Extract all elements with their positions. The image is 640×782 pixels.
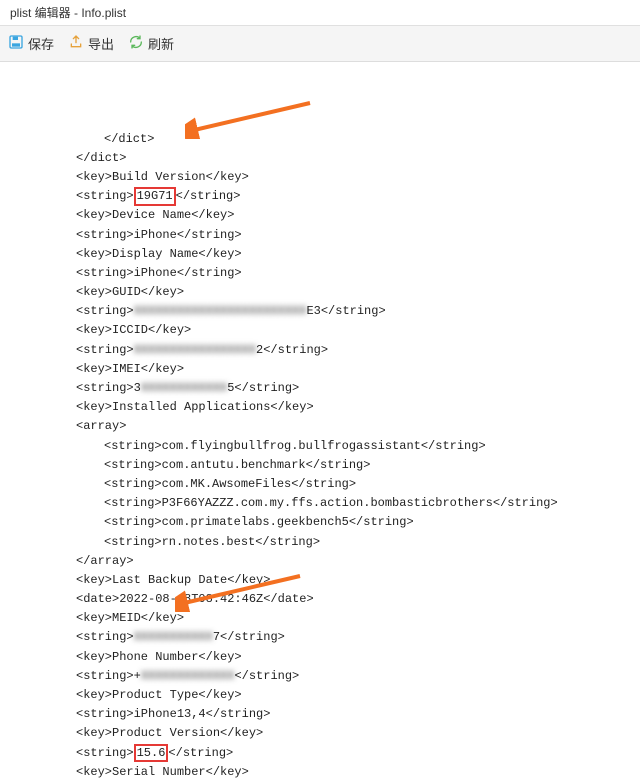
code-line: <key>IMEI</key> [0, 360, 640, 379]
code-line: <key>ICCID</key> [0, 321, 640, 340]
code-line: <string>XXXXXXXXXXXXXXXXXXXXXXXXE3</stri… [0, 302, 640, 321]
window-title: plist 编辑器 - Info.plist [10, 6, 126, 20]
code-line: <key>MEID</key> [0, 609, 640, 628]
redacted-text: XXXXXXXXXXXXX [141, 667, 235, 686]
code-line: <string>rn.notes.best</string> [0, 533, 640, 552]
code-line: </array> [0, 552, 640, 571]
code-line: <array> [0, 417, 640, 436]
redacted-text: XXXXXXXXXXXXXXXXX [134, 341, 256, 360]
code-line: </dict> [0, 130, 640, 149]
code-line: <key>Display Name</key> [0, 245, 640, 264]
highlighted-value: 15.6 [134, 744, 169, 762]
code-line: <string>com.primatelabs.geekbench5</stri… [0, 513, 640, 532]
code-line: </dict> [0, 149, 640, 168]
redacted-text: XXXXXXXXXXX [134, 628, 213, 647]
code-line: <string>iPhone13,4</string> [0, 705, 640, 724]
code-line: <string>com.flyingbullfrog.bullfrogassis… [0, 437, 640, 456]
refresh-label: 刷新 [148, 34, 174, 53]
code-line: <string>com.MK.AwsomeFiles</string> [0, 475, 640, 494]
save-button[interactable]: 保存 [8, 34, 54, 53]
save-icon [8, 34, 24, 53]
code-line: <string>XXXXXXXXXXX7</string> [0, 628, 640, 647]
code-line: <key>GUID</key> [0, 283, 640, 302]
code-line: <string>19G71</string> [0, 187, 640, 206]
code-line: <string>+XXXXXXXXXXXXX</string> [0, 667, 640, 686]
code-line: <string>3XXXXXXXXXXXX5</string> [0, 379, 640, 398]
code-line: <string>iPhone</string> [0, 264, 640, 283]
refresh-icon [128, 34, 144, 53]
export-label: 导出 [88, 34, 114, 53]
code-line: <key>Serial Number</key> [0, 763, 640, 782]
code-line: <key>Device Name</key> [0, 206, 640, 225]
code-line: <string>iPhone</string> [0, 226, 640, 245]
code-line: <date>2022-08-18T08:42:46Z</date> [0, 590, 640, 609]
code-line: <string>com.antutu.benchmark</string> [0, 456, 640, 475]
code-line: <string>P3F66YAZZZ.com.my.ffs.action.bom… [0, 494, 640, 513]
code-line: <key>Last Backup Date</key> [0, 571, 640, 590]
save-label: 保存 [28, 34, 54, 53]
refresh-button[interactable]: 刷新 [128, 34, 174, 53]
redacted-text: XXXXXXXXXXXXXXXXXXXXXXXX [134, 302, 307, 321]
code-line: <key>Phone Number</key> [0, 648, 640, 667]
highlighted-value: 19G71 [134, 187, 176, 205]
code-line: <key>Build Version</key> [0, 168, 640, 187]
code-line: <string>XXXXXXXXXXXXXXXXX2</string> [0, 341, 640, 360]
code-line: <key>Installed Applications</key> [0, 398, 640, 417]
export-button[interactable]: 导出 [68, 34, 114, 53]
export-icon [68, 34, 84, 53]
toolbar: 保存 导出 刷新 [0, 26, 640, 62]
code-content[interactable]: </dict></dict><key>Build Version</key><s… [0, 62, 640, 782]
code-line: <string>15.6</string> [0, 744, 640, 763]
code-line: <key>Product Type</key> [0, 686, 640, 705]
window-titlebar: plist 编辑器 - Info.plist [0, 0, 640, 26]
redacted-text: XXXXXXXXXXXX [141, 379, 227, 398]
code-line: <key>Product Version</key> [0, 724, 640, 743]
